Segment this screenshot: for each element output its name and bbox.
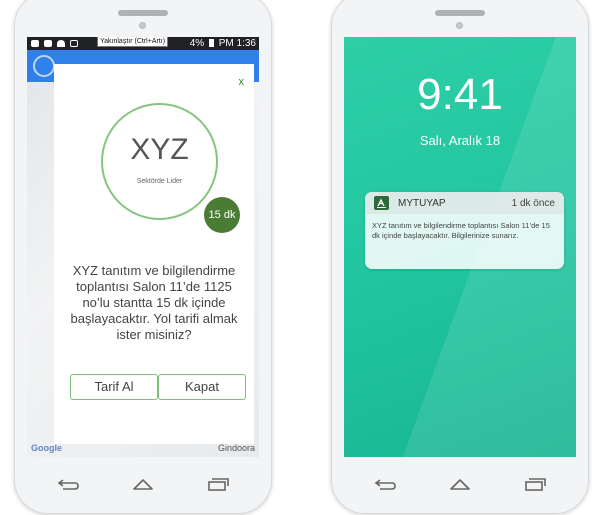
back-icon[interactable]	[370, 474, 400, 494]
company-tagline: Sektörde Lider	[136, 178, 183, 185]
status-time: PM 1:36	[218, 38, 256, 49]
notification-icon	[57, 40, 65, 47]
push-notification[interactable]: MYTUYAP 1 dk önce XYZ tanıtım ve bilgile…	[365, 192, 564, 269]
speaker-grille	[118, 10, 168, 16]
front-camera	[456, 22, 463, 29]
countdown-badge: 15 dk	[204, 197, 240, 233]
phone-left: Yakınlaştır (Ctrl+Artı) 4% PM 1:36 Googl…	[14, 0, 272, 514]
status-bar: Yakınlaştır (Ctrl+Artı) 4% PM 1:36	[27, 37, 259, 50]
close-icon[interactable]: x	[239, 76, 245, 88]
indoor-brand-label: Gindoora	[217, 443, 255, 453]
phone-screen: Yakınlaştır (Ctrl+Artı) 4% PM 1:36 Googl…	[27, 37, 259, 457]
recent-apps-icon[interactable]	[520, 474, 550, 494]
close-button[interactable]: Kapat	[158, 374, 246, 400]
battery-level: 4%	[189, 38, 205, 49]
notification-icon	[44, 40, 52, 47]
back-icon[interactable]	[53, 474, 83, 494]
zoom-tooltip: Yakınlaştır (Ctrl+Artı)	[97, 37, 169, 47]
status-right: 4% PM 1:36	[190, 38, 256, 49]
phone-right: 9:41 Salı, Aralık 18 MYTUYAP 1 dk önce X…	[331, 0, 589, 514]
company-logo: XYZ Sektörde Lider	[101, 103, 218, 220]
android-navbar	[15, 471, 271, 501]
meeting-dialog: x XYZ Sektörde Lider 15 dk XYZ tanıtım v…	[54, 64, 254, 444]
company-name: XYZ	[130, 133, 189, 166]
get-directions-button[interactable]: Tarif Al	[70, 374, 158, 400]
lock-screen: 9:41 Salı, Aralık 18 MYTUYAP 1 dk önce X…	[344, 37, 576, 457]
home-icon[interactable]	[445, 474, 475, 494]
speaker-grille	[435, 10, 485, 16]
google-label: Google	[31, 443, 62, 453]
notification-time: 1 dk önce	[511, 198, 555, 209]
android-navbar	[332, 471, 588, 501]
dialog-message: XYZ tanıtım ve bilgilendirme toplantısı …	[70, 263, 238, 342]
recent-apps-icon[interactable]	[203, 474, 233, 494]
home-icon[interactable]	[128, 474, 158, 494]
front-camera	[139, 22, 146, 29]
battery-icon	[208, 39, 214, 47]
app-icon	[374, 196, 389, 210]
notification-app-name: MYTUYAP	[398, 198, 446, 209]
lock-clock: 9:41	[417, 70, 503, 119]
notification-header: MYTUYAP 1 dk önce	[365, 192, 564, 214]
app-logo-icon[interactable]	[33, 55, 55, 77]
notification-icon	[70, 40, 78, 47]
notification-icon	[31, 40, 39, 47]
notification-body: XYZ tanıtım ve bilgilendirme toplantısı …	[372, 221, 550, 240]
lock-date: Salı, Aralık 18	[419, 133, 501, 148]
